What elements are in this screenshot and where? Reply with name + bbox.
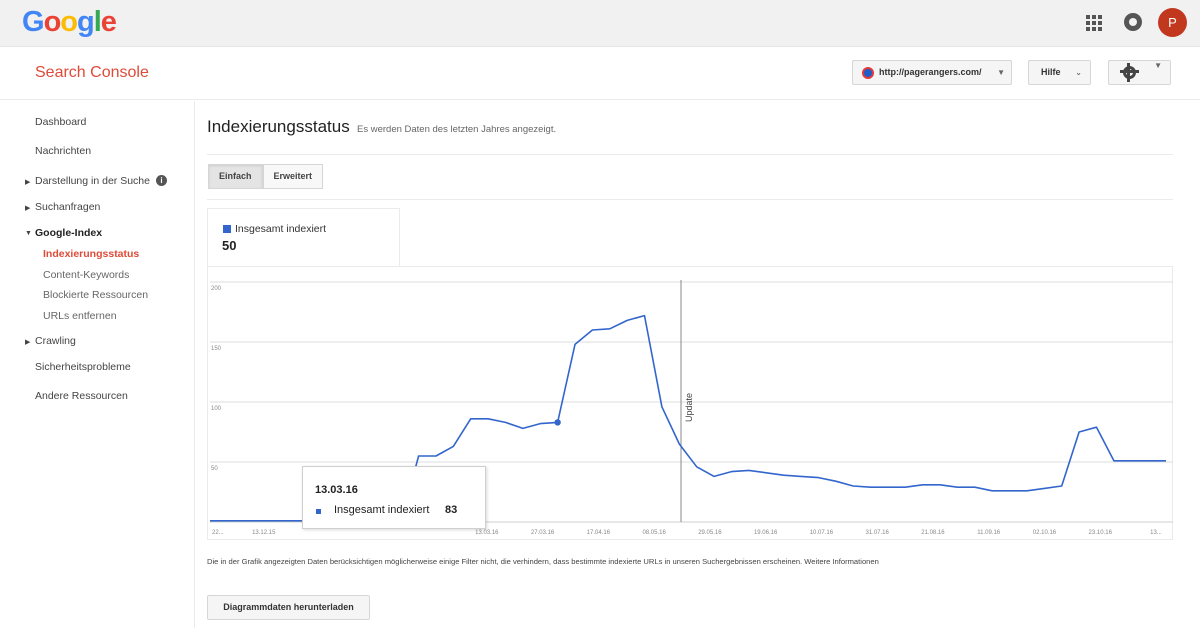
x-tick-label: 27.03.16 <box>531 530 555 536</box>
annotation-label: Update <box>684 393 694 422</box>
y-tick-label: 50 <box>211 466 218 472</box>
x-tick-label: 13... <box>1150 530 1162 536</box>
chart-tooltip: 13.03.16 Insgesamt indexiert 83 <box>302 466 486 529</box>
x-tick-label: 02.10.16 <box>1033 530 1057 536</box>
x-tick-label: 17.04.16 <box>587 530 611 536</box>
x-tick-label: 22... <box>212 530 224 536</box>
y-tick-label: 100 <box>211 406 222 412</box>
x-tick-label: 13.03.16 <box>475 530 499 536</box>
x-tick-label: 23.10.16 <box>1089 530 1113 536</box>
x-tick-label: 21.08.16 <box>921 530 945 536</box>
tooltip-date: 13.03.16 <box>315 484 358 496</box>
x-tick-label: 29.05.16 <box>698 530 722 536</box>
data-point <box>554 419 561 426</box>
tooltip-label: Insgesamt indexiert <box>334 504 430 516</box>
x-tick-label: 11.09.16 <box>977 530 1001 536</box>
x-tick-label: 10.07.16 <box>810 530 834 536</box>
tooltip-value: 83 <box>445 504 458 516</box>
tooltip-swatch <box>316 509 321 514</box>
x-tick-label: 19.06.16 <box>754 530 778 536</box>
x-tick-label: 31.07.16 <box>865 530 889 536</box>
x-tick-label: 13.12.15 <box>252 530 276 536</box>
y-tick-label: 200 <box>211 286 222 292</box>
chart-footnote: Die in der Grafik angezeigten Daten berü… <box>207 557 879 566</box>
index-status-chart[interactable]: 50 100 150 200 22... 13.12.15 13.03.16 27.03.16… <box>0 0 1200 628</box>
x-tick-label: 08.05.16 <box>642 530 666 536</box>
download-chart-data-button[interactable]: Diagrammdaten herunterladen <box>207 595 370 620</box>
y-tick-label: 150 <box>211 346 222 352</box>
